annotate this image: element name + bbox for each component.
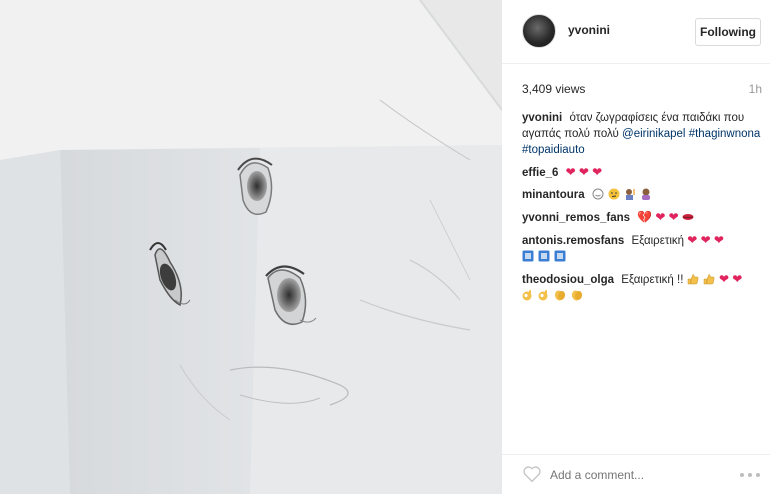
post-media[interactable] bbox=[0, 0, 502, 494]
comment-item: minantoura bbox=[522, 187, 764, 203]
comment-item: theodosiou_olga Εξαιρετική !! ❤ ❤ bbox=[522, 271, 764, 304]
comment-text: Εξαιρετική bbox=[631, 235, 685, 247]
post-username[interactable]: yvonini bbox=[568, 23, 610, 37]
comment-composer bbox=[502, 454, 770, 494]
caption: yvonini όταν ζωγραφίσεις ένα παιδάκι που… bbox=[522, 110, 764, 158]
comment-item: yvonni_remos_fans 💔 ❤ ❤ bbox=[522, 209, 764, 226]
comment-username[interactable]: effie_6 bbox=[522, 167, 558, 179]
post-sidebar: yvonini Following 3,409 views 1h yvonini… bbox=[502, 0, 770, 494]
blue-tile-icon bbox=[538, 250, 550, 262]
bowing-person-icon bbox=[642, 188, 651, 200]
raising-hand-icon bbox=[626, 189, 636, 200]
comment-text: Εξαιρετική !! bbox=[621, 274, 684, 286]
ok-hand-icon bbox=[538, 290, 548, 301]
caption-username[interactable]: yvonini bbox=[522, 112, 562, 124]
confused-face-icon bbox=[608, 188, 620, 200]
lips-icon bbox=[682, 214, 694, 220]
heart-icon: ❤ bbox=[668, 210, 679, 224]
thumbs-up-icon bbox=[703, 274, 715, 285]
clap-icon bbox=[555, 290, 566, 301]
comment-item: effie_6 ❤ ❤ ❤ bbox=[522, 164, 764, 181]
heart-icon: ❤ bbox=[732, 272, 743, 286]
following-button[interactable]: Following bbox=[695, 18, 761, 46]
post-time[interactable]: 1h bbox=[749, 82, 762, 96]
heart-icon: ❤ bbox=[565, 165, 576, 179]
comment-username[interactable]: antonis.remosfans bbox=[522, 235, 624, 247]
post-stats: 3,409 views 1h bbox=[522, 82, 762, 98]
comment-username[interactable]: theodosiou_olga bbox=[522, 274, 614, 286]
comment-username[interactable]: minantoura bbox=[522, 189, 585, 201]
broken-heart-icon: 💔 bbox=[637, 210, 653, 224]
like-heart-icon[interactable] bbox=[522, 465, 542, 483]
clap-icon bbox=[571, 290, 582, 301]
sketch-photo bbox=[0, 0, 502, 494]
thumbs-up-icon bbox=[687, 274, 699, 285]
more-dots-icon[interactable] bbox=[738, 467, 762, 483]
caption-mention[interactable]: @eirinikapel bbox=[622, 128, 685, 140]
avatar[interactable] bbox=[522, 14, 556, 48]
comments-list: yvonini όταν ζωγραφίσεις ένα παιδάκι που… bbox=[522, 110, 764, 310]
heart-icon: ❤ bbox=[655, 210, 666, 224]
heart-icon: ❤ bbox=[700, 233, 711, 247]
heart-icon: ❤ bbox=[719, 272, 730, 286]
post-header: yvonini Following bbox=[502, 0, 770, 64]
views-count: 3,409 views bbox=[522, 82, 586, 96]
heart-icon: ❤ bbox=[713, 233, 724, 247]
smile-face-icon bbox=[592, 188, 604, 200]
heart-icon: ❤ bbox=[687, 233, 698, 247]
ok-hand-icon bbox=[522, 290, 532, 301]
blue-tile-icon bbox=[554, 250, 566, 262]
blue-tile-icon bbox=[522, 250, 534, 262]
comment-item: antonis.remosfans Εξαιρετική ❤ ❤ ❤ bbox=[522, 232, 764, 265]
heart-icon: ❤ bbox=[592, 165, 603, 179]
comment-input[interactable] bbox=[550, 465, 730, 485]
heart-icon: ❤ bbox=[578, 165, 589, 179]
comment-username[interactable]: yvonni_remos_fans bbox=[522, 212, 630, 224]
